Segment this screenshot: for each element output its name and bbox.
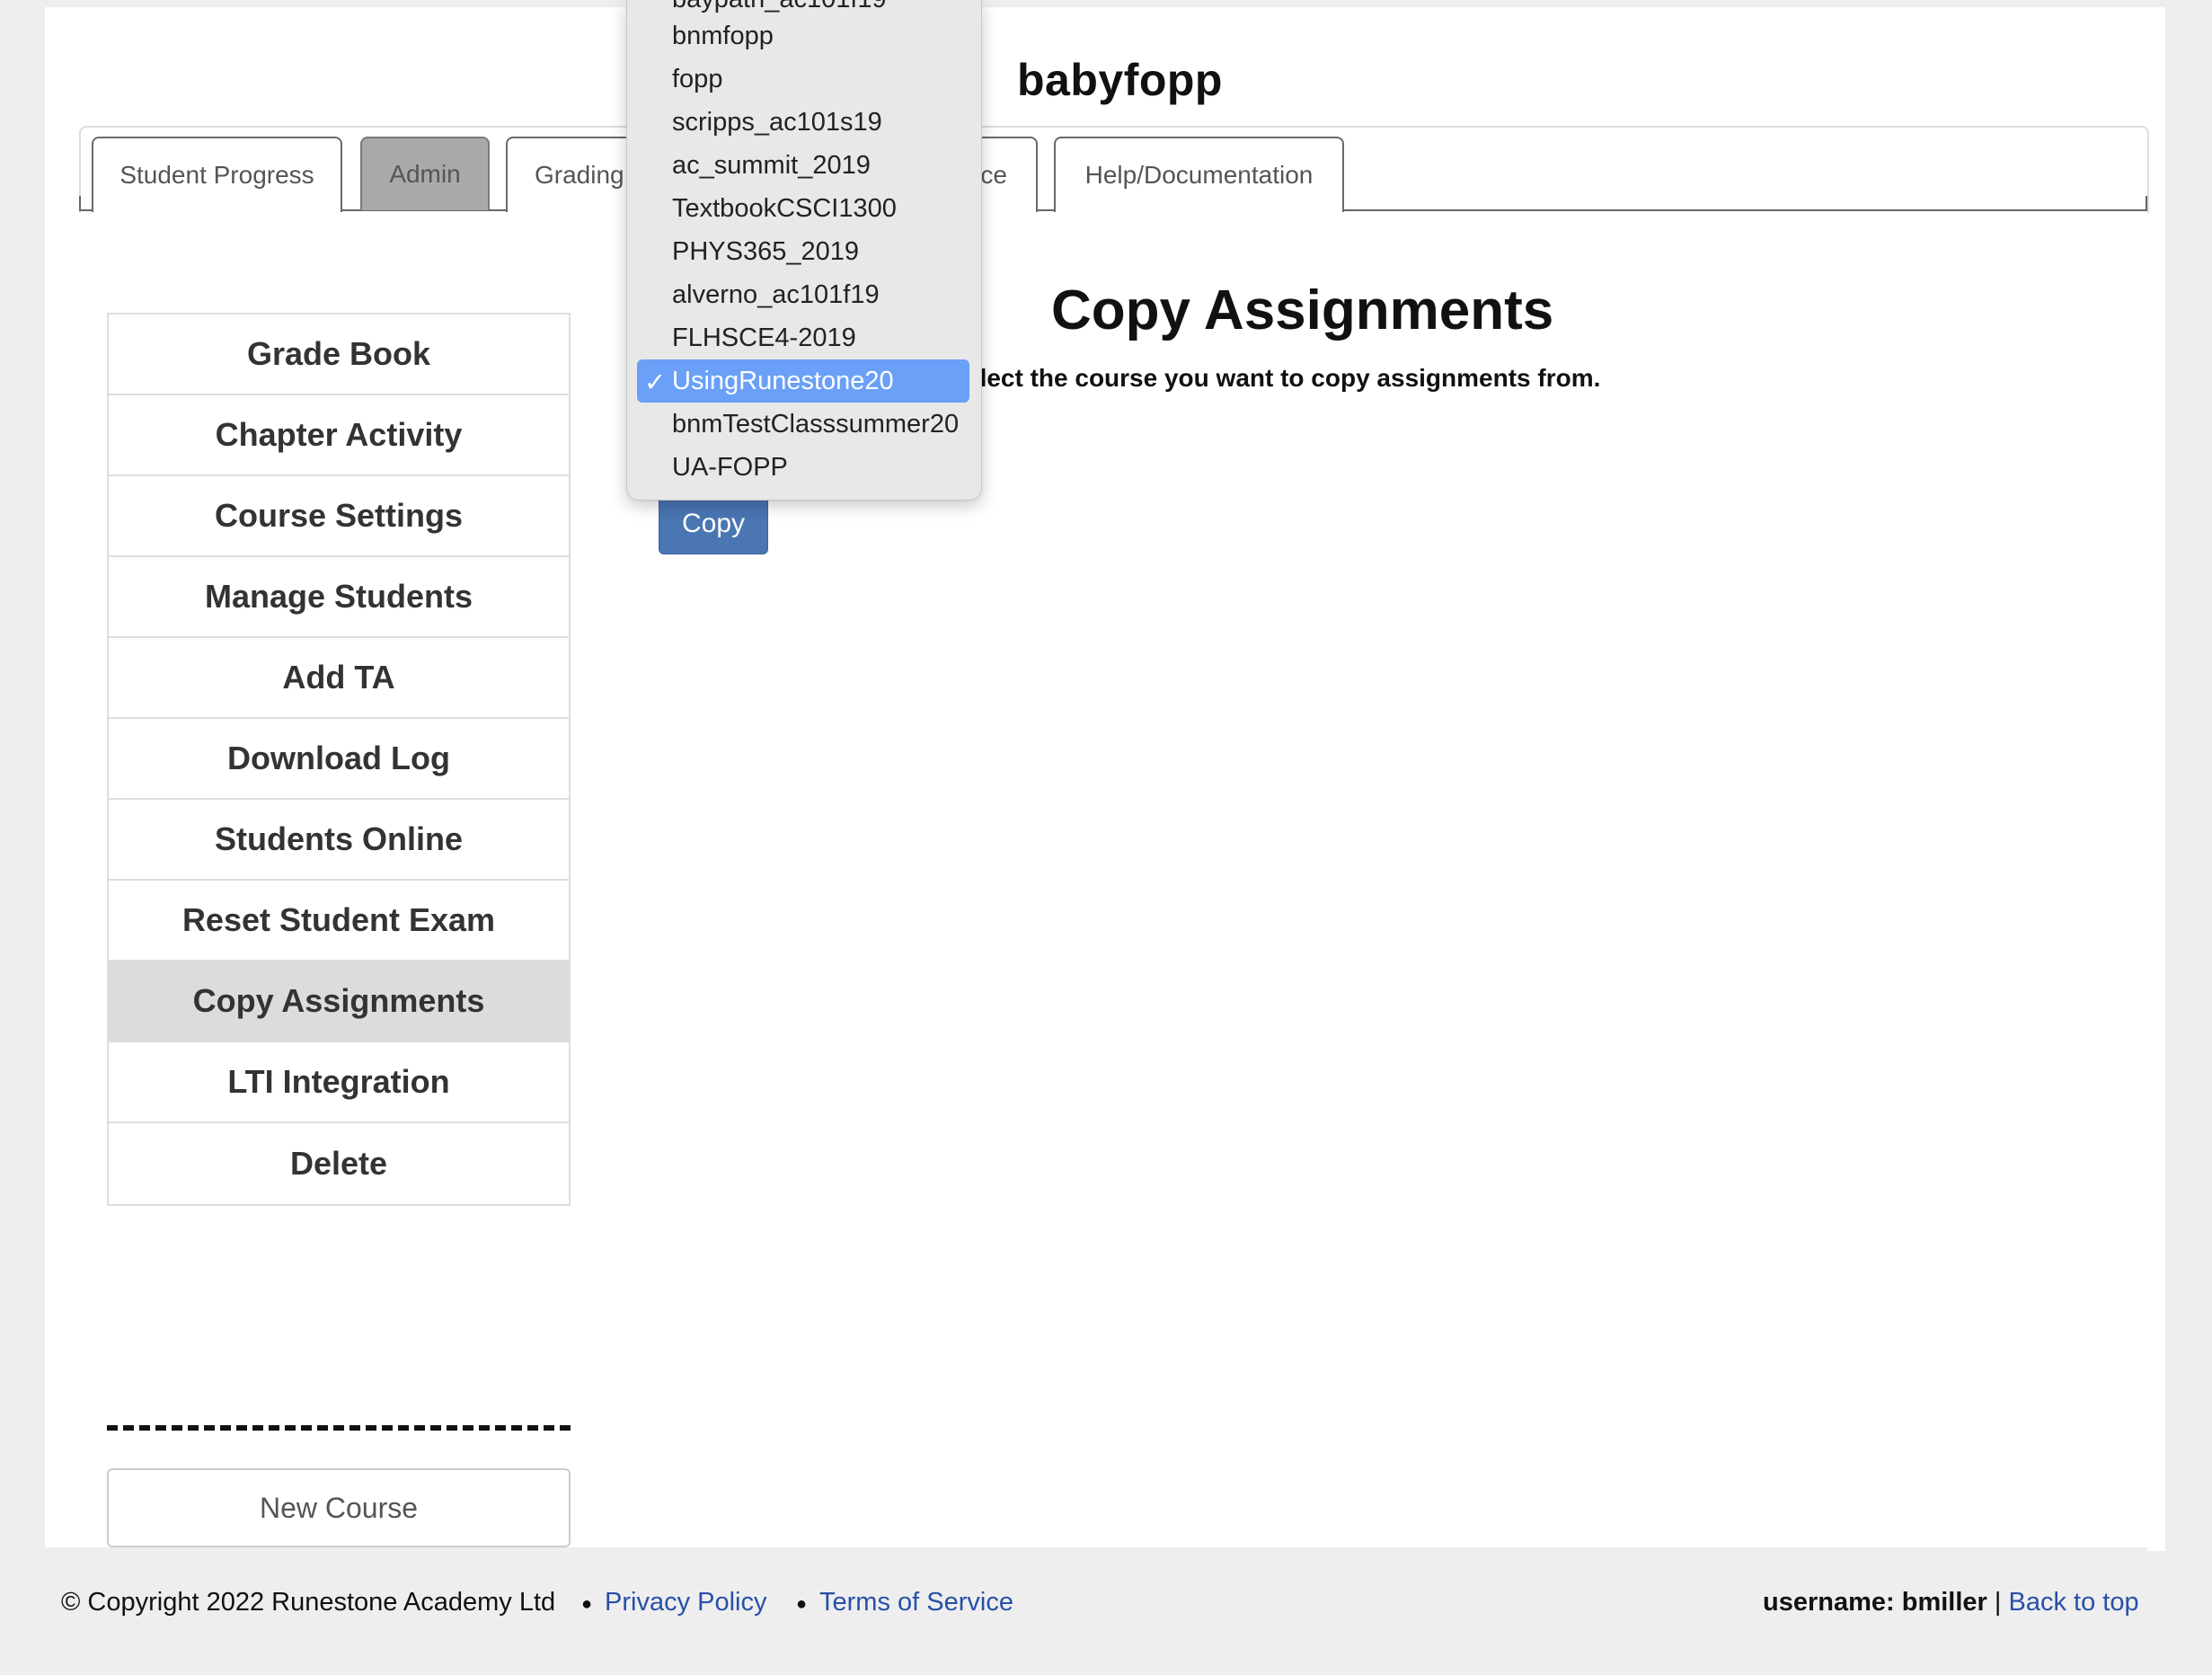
sidebar-item-course-settings[interactable]: Course Settings bbox=[109, 476, 569, 557]
course-option[interactable]: bnmfopp bbox=[672, 22, 774, 51]
sidebar-item-copy-assignments[interactable]: Copy Assignments bbox=[109, 962, 569, 1042]
tab-student-progress[interactable]: Student Progress bbox=[92, 137, 342, 212]
sidebar-item-add-ta[interactable]: Add TA bbox=[109, 638, 569, 719]
footer-bullet: ● bbox=[581, 1594, 593, 1614]
copy-button[interactable]: Copy bbox=[659, 493, 768, 554]
page-card-edge bbox=[2147, 23, 2165, 1551]
sidebar-item-delete[interactable]: Delete bbox=[109, 1123, 569, 1204]
course-option[interactable]: PHYS365_2019 bbox=[672, 237, 859, 267]
sidebar-item-grade-book[interactable]: Grade Book bbox=[109, 315, 569, 395]
tab-label: Student Progress bbox=[119, 161, 314, 189]
course-option-label: UsingRunestone20 bbox=[672, 367, 894, 395]
course-option-selected[interactable]: ✓ UsingRunestone20 bbox=[637, 359, 969, 403]
course-option[interactable]: alverno_ac101f19 bbox=[672, 280, 880, 310]
sidebar-item-manage-students[interactable]: Manage Students bbox=[109, 557, 569, 638]
course-title: babyfopp bbox=[1017, 55, 1223, 105]
course-select-dropdown[interactable]: baypath_ac101f19 bnmfopp fopp scripps_ac… bbox=[626, 0, 982, 501]
footer-bullet: ● bbox=[796, 1594, 808, 1614]
course-option[interactable]: baypath_ac101f19 bbox=[672, 0, 887, 14]
footer-user-info: username: bmiller | Back to top bbox=[1763, 1588, 2139, 1617]
course-option[interactable]: ac_summit_2019 bbox=[672, 151, 871, 181]
dashed-divider bbox=[107, 1425, 571, 1431]
tab-help-documentation[interactable]: Help/Documentation bbox=[1054, 137, 1344, 212]
sidebar-item-download-log[interactable]: Download Log bbox=[109, 719, 569, 800]
course-option[interactable]: bnmTestClasssummer20 bbox=[672, 410, 959, 439]
tab-admin[interactable]: Admin bbox=[360, 137, 490, 210]
new-course-button[interactable]: New Course bbox=[107, 1468, 571, 1547]
terms-of-service-link[interactable]: Terms of Service bbox=[819, 1588, 1013, 1617]
privacy-policy-link[interactable]: Privacy Policy bbox=[605, 1588, 767, 1617]
tab-label: Grading bbox=[535, 161, 624, 189]
course-option[interactable]: FLHSCE4-2019 bbox=[672, 323, 856, 353]
tabs-underline-left bbox=[79, 196, 81, 211]
admin-sidebar: Grade Book Chapter Activity Course Setti… bbox=[107, 313, 571, 1206]
course-option[interactable]: UA-FOPP bbox=[672, 453, 788, 483]
sidebar-item-students-online[interactable]: Students Online bbox=[109, 800, 569, 881]
course-option[interactable]: fopp bbox=[672, 65, 722, 94]
back-to-top-link[interactable]: Back to top bbox=[2009, 1588, 2139, 1617]
checkmark-icon: ✓ bbox=[644, 368, 667, 397]
tab-label: Help/Documentation bbox=[1084, 161, 1314, 189]
tab-label: Admin bbox=[389, 160, 461, 188]
course-option[interactable]: scripps_ac101s19 bbox=[672, 108, 882, 137]
copy-instruction: elect the course you want to copy assign… bbox=[966, 364, 1601, 392]
sidebar-item-chapter-activity[interactable]: Chapter Activity bbox=[109, 395, 569, 476]
page-title: Copy Assignments bbox=[1051, 279, 1554, 341]
footer-separator: | bbox=[1994, 1588, 2002, 1617]
tabs-underline-right bbox=[2146, 196, 2147, 211]
sidebar-item-reset-student-exam[interactable]: Reset Student Exam bbox=[109, 881, 569, 962]
username-label: username: bmiller bbox=[1763, 1588, 1987, 1617]
footer-copyright: © Copyright 2022 Runestone Academy Ltd bbox=[61, 1588, 556, 1617]
course-option[interactable]: TextbookCSCI1300 bbox=[672, 194, 897, 224]
sidebar-item-lti-integration[interactable]: LTI Integration bbox=[109, 1042, 569, 1123]
